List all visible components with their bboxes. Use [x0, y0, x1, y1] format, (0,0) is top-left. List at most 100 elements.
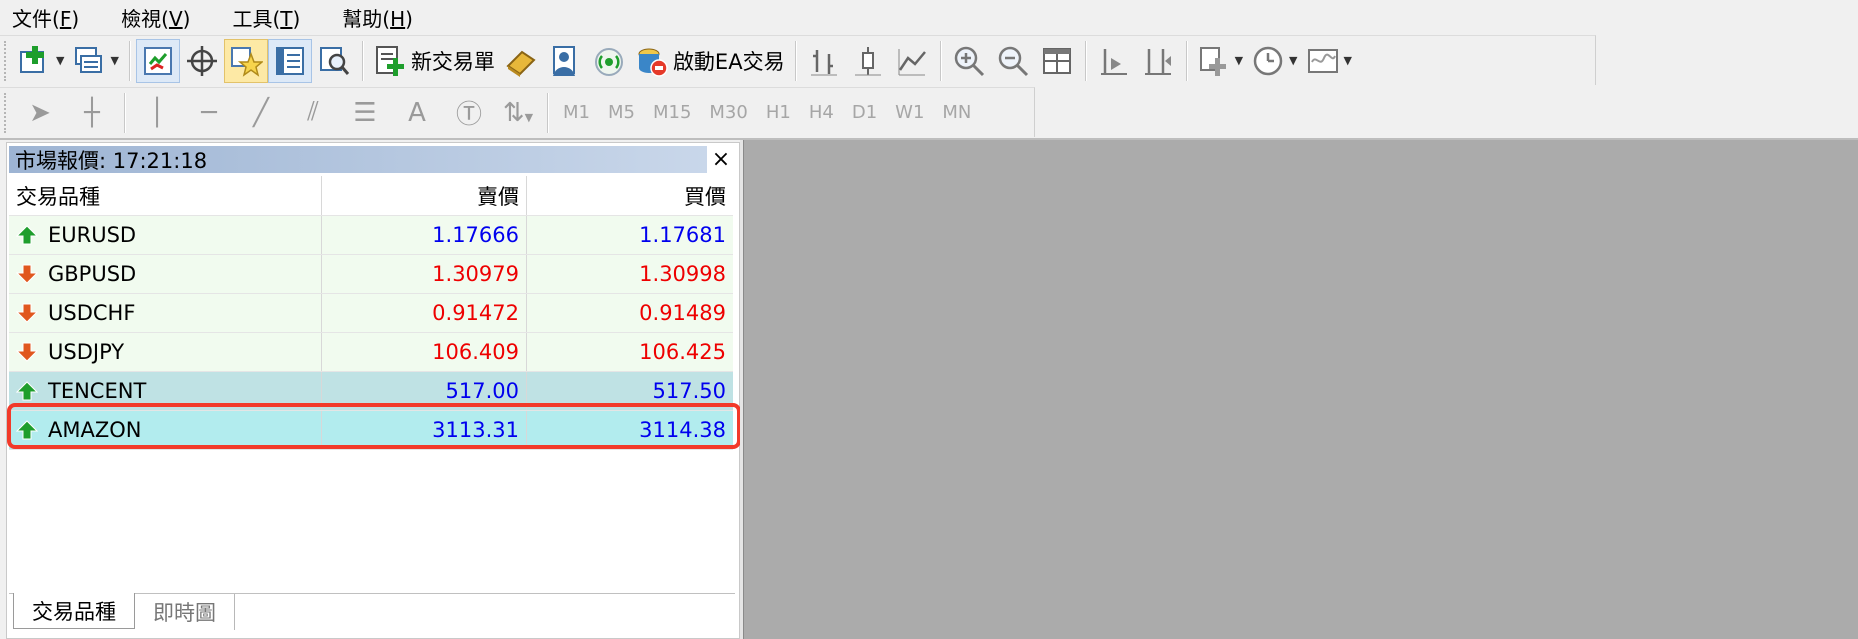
symbol-name: TENCENT — [48, 379, 147, 403]
templates-button[interactable]: ▼ — [1302, 39, 1356, 83]
symbol-cell: EURUSD — [9, 216, 322, 254]
close-icon[interactable]: × — [709, 145, 733, 173]
bid-price: 0.91472 — [322, 294, 527, 332]
symbol-name: EURUSD — [48, 223, 137, 247]
indicators-button[interactable]: ▼ — [1193, 39, 1247, 83]
auto-scroll-button[interactable] — [1136, 39, 1180, 83]
dropdown-arrow-icon[interactable]: ▼ — [56, 54, 64, 67]
line-chart-button[interactable] — [890, 39, 934, 83]
dropdown-arrow-icon[interactable]: ▼ — [1235, 54, 1243, 67]
candlestick-icon — [854, 46, 881, 75]
column-header-bid[interactable]: 賣價 — [322, 176, 527, 215]
horizontal-line-icon[interactable]: ─ — [183, 98, 235, 128]
toolbar-grip[interactable] — [4, 92, 10, 133]
trendline-icon[interactable]: ╱ — [235, 98, 287, 128]
metaeditor-button[interactable] — [499, 39, 543, 83]
bid-price: 1.30979 — [322, 255, 527, 293]
arrow-up-icon — [16, 224, 42, 246]
standard-toolbar: ▼ ▼ 新交易單 啟動EA交易 ▼ ▼ ▼ — [0, 35, 1596, 85]
timeframe-h4[interactable]: H4 — [800, 91, 843, 135]
terminal-icon — [275, 46, 304, 75]
toolbar-separator — [794, 40, 796, 81]
strategy-tester-button[interactable] — [312, 39, 356, 83]
toolbar-separator — [1084, 40, 1086, 81]
tab-symbols[interactable]: 交易品種 — [13, 593, 135, 629]
menu-view[interactable]: 檢視(V) — [113, 3, 198, 32]
zoom-in-icon — [954, 46, 984, 76]
column-header-ask[interactable]: 買價 — [527, 176, 733, 215]
table-row[interactable]: EURUSD 1.17666 1.17681 — [9, 216, 733, 255]
terminal-button[interactable] — [267, 38, 312, 83]
toolbar-separator — [1185, 40, 1187, 81]
text-label-icon[interactable]: Ⓣ — [443, 94, 495, 131]
bar-chart-icon — [810, 49, 837, 75]
zoom-in-button[interactable] — [947, 39, 991, 83]
arrow-down-icon — [16, 263, 42, 285]
zoom-out-button[interactable] — [991, 39, 1035, 83]
signals-button[interactable] — [587, 39, 631, 83]
auto-trading-stop-icon — [638, 48, 668, 77]
tab-tick-chart[interactable]: 即時圖 — [135, 594, 235, 630]
cursor-arrow-icon[interactable]: ➤ — [14, 98, 66, 128]
toolbar-grip[interactable] — [4, 40, 10, 81]
ask-price: 0.91489 — [639, 301, 726, 325]
dropdown-arrow-icon[interactable]: ▼ — [1289, 54, 1297, 67]
vertical-line-icon[interactable]: │ — [131, 98, 183, 128]
periods-button[interactable]: ▼ — [1247, 39, 1301, 83]
symbol-cell: GBPUSD — [9, 255, 322, 293]
toolbar-separator — [547, 92, 548, 133]
timeframe-h1[interactable]: H1 — [757, 91, 800, 135]
market-watch-button[interactable] — [135, 38, 180, 83]
bid-price: 106.409 — [322, 333, 527, 371]
dropdown-arrow-icon[interactable]: ▼ — [1344, 54, 1352, 67]
table-row[interactable]: GBPUSD 1.30979 1.30998 — [9, 255, 733, 294]
timeframe-m15[interactable]: M15 — [644, 91, 700, 135]
timeframe-m5[interactable]: M5 — [599, 91, 644, 135]
data-window-button[interactable] — [180, 39, 224, 83]
menu-file[interactable]: 文件(F) — [4, 3, 87, 32]
timeframe-d1[interactable]: D1 — [843, 91, 886, 135]
column-header-symbol[interactable]: 交易品種 — [9, 176, 322, 215]
signal-broadcast-icon — [594, 47, 623, 76]
navigator-button[interactable] — [223, 38, 268, 83]
chart-area[interactable] — [743, 140, 1858, 639]
line-chart-icon — [898, 48, 926, 75]
symbol-name: USDJPY — [48, 340, 125, 364]
profiles-button[interactable]: ▼ — [68, 39, 122, 83]
candlestick-button[interactable] — [846, 39, 890, 83]
zoom-out-icon — [998, 46, 1028, 76]
arrows-tool-icon[interactable]: ⇅▼ — [495, 98, 541, 128]
timeframe-w1[interactable]: W1 — [886, 91, 933, 135]
menu-help[interactable]: 幫助(H) — [334, 3, 421, 32]
bar-chart-button[interactable] — [802, 39, 846, 83]
bid-price: 1.17666 — [322, 216, 527, 254]
navigator-star-icon — [230, 46, 263, 77]
metaeditor-book-icon — [506, 50, 536, 77]
arrow-up-icon — [16, 380, 42, 402]
templates-icon — [1307, 48, 1338, 73]
community-user-icon — [552, 45, 575, 76]
tile-windows-button[interactable] — [1035, 39, 1079, 83]
timeframe-m30[interactable]: M30 — [700, 91, 756, 135]
new-order-icon — [375, 45, 404, 76]
menu-tools[interactable]: 工具(T) — [224, 3, 308, 32]
equidistant-channel-icon[interactable]: ⫽ — [287, 97, 339, 128]
auto-trading-button[interactable]: 啟動EA交易 — [631, 39, 789, 83]
fibonacci-icon[interactable]: ☰ — [339, 98, 391, 128]
table-row[interactable]: USDCHF 0.91472 0.91489 — [9, 294, 733, 333]
toolbar-separator — [361, 40, 363, 81]
timeframe-mn[interactable]: MN — [933, 91, 980, 135]
crosshair-tool-icon[interactable]: ┼ — [66, 98, 118, 128]
new-order-button[interactable]: 新交易單 — [369, 39, 499, 83]
community-button[interactable] — [543, 39, 587, 83]
table-row[interactable]: USDJPY 106.409 106.425 — [9, 333, 733, 372]
timeframe-m1[interactable]: M1 — [554, 91, 599, 135]
chart-shift-icon — [1100, 48, 1127, 75]
profiles-icon — [75, 46, 103, 73]
magnifier-clock-icon — [319, 46, 350, 75]
ask-price: 106.425 — [639, 340, 726, 364]
text-tool-icon[interactable]: A — [391, 98, 443, 128]
chart-shift-button[interactable] — [1092, 39, 1136, 83]
new-chart-button[interactable]: ▼ — [14, 39, 68, 83]
dropdown-arrow-icon[interactable]: ▼ — [110, 54, 118, 67]
